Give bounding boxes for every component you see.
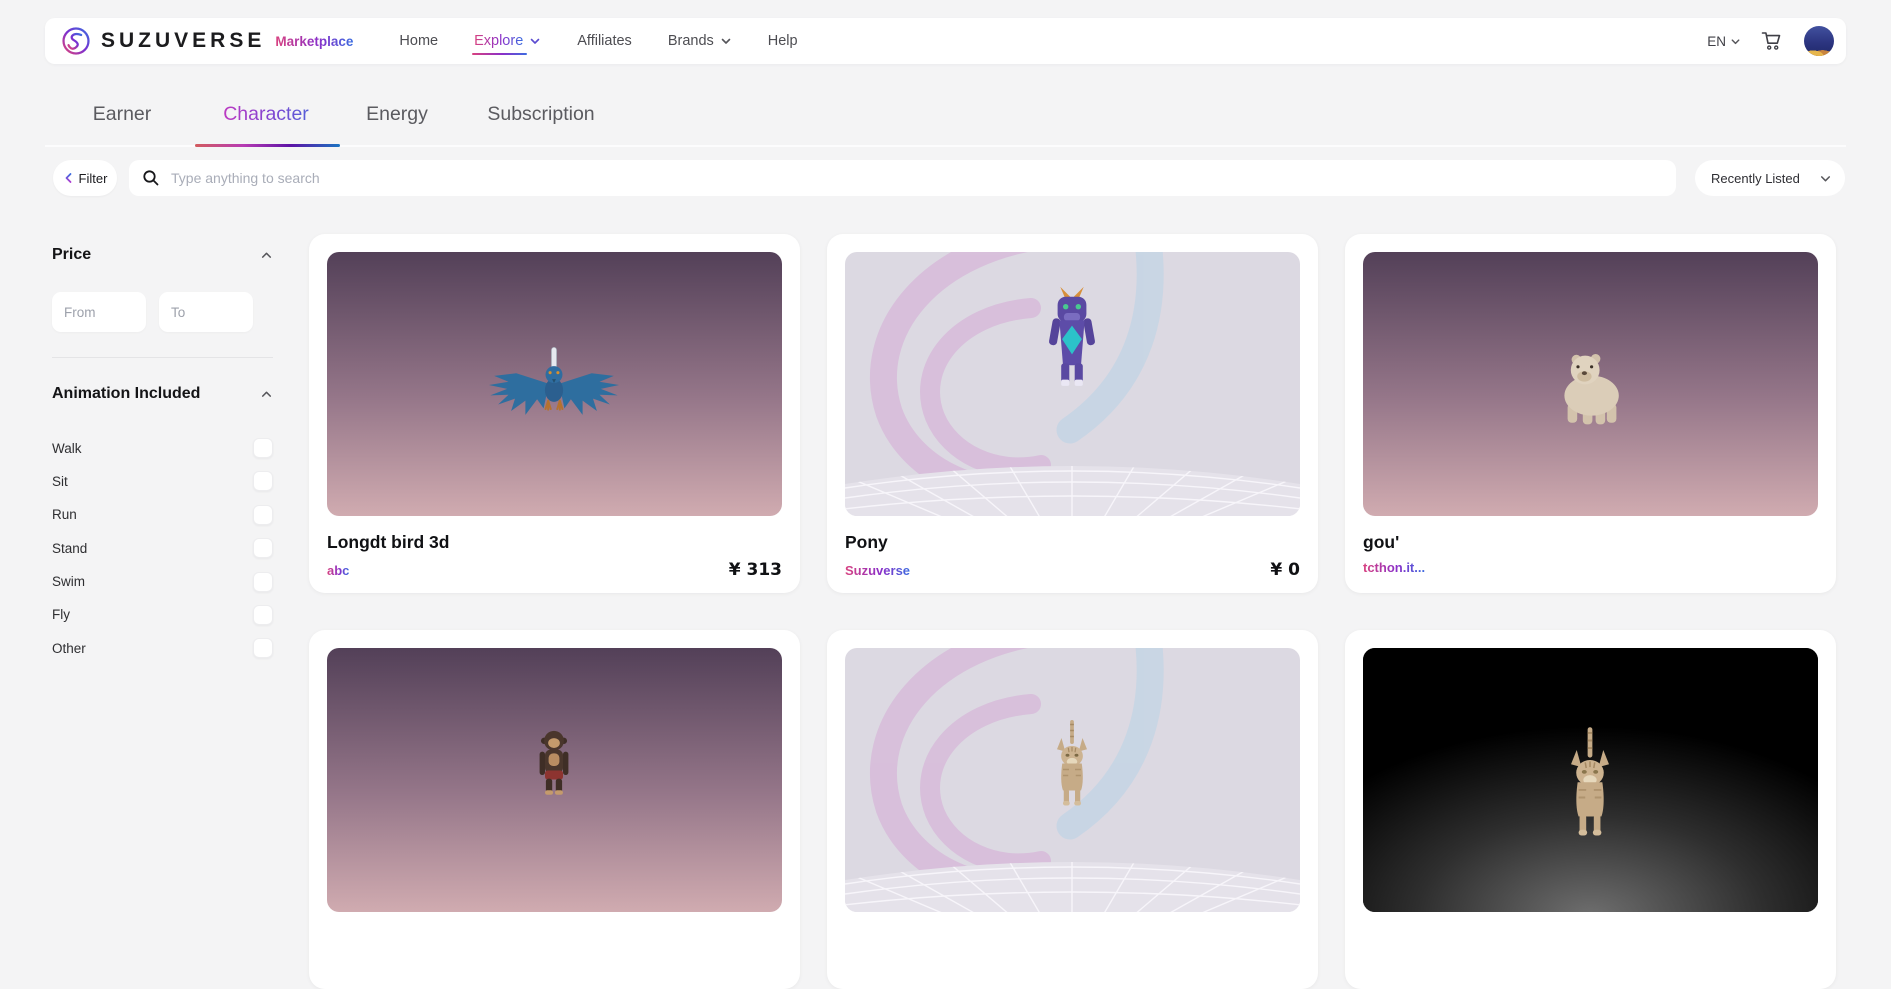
filters-sidebar: Price Animation Included Walk Sit Run St… — [52, 244, 273, 659]
tab-label: Energy — [366, 103, 428, 125]
tab-energy[interactable]: Energy — [366, 103, 428, 126]
brand-name: SUZUVERSE — [101, 29, 266, 52]
option-label: Walk — [52, 440, 82, 456]
suzuverse-logo-icon — [61, 26, 91, 56]
main-nav: Home Explore Affiliates Brands Help — [399, 33, 798, 55]
filter-label: Filter — [78, 170, 108, 186]
chevron-left-icon — [63, 172, 74, 184]
option-row-walk: Walk — [52, 438, 273, 458]
card-author[interactable]: Suzuverse — [845, 563, 910, 578]
chevron-down-icon — [1819, 172, 1832, 185]
checkbox-other[interactable] — [253, 638, 273, 659]
nav-link-help[interactable]: Help — [768, 33, 798, 49]
search-input[interactable] — [169, 169, 1676, 187]
price-from-input[interactable] — [52, 292, 146, 332]
checkbox-swim[interactable] — [253, 571, 273, 592]
active-tab-underline — [195, 144, 340, 147]
checkbox-run[interactable] — [253, 504, 273, 525]
sidebar-divider — [52, 357, 273, 358]
user-avatar[interactable] — [1804, 26, 1834, 56]
product-card-row2-1[interactable] — [309, 630, 800, 989]
checkbox-fly[interactable] — [253, 604, 273, 625]
card-title: gou' — [1363, 532, 1400, 552]
product-card-longdt-bird[interactable]: Longdt bird 3d abc ¥ 313 — [309, 234, 800, 593]
product-card-pony[interactable]: Pony Suzuverse ¥ 0 — [827, 234, 1318, 593]
checkbox-stand[interactable] — [253, 538, 273, 559]
tab-earner[interactable]: Earner — [93, 103, 152, 126]
price-section-header: Price — [52, 244, 273, 266]
price-section-title: Price — [52, 246, 92, 263]
brand-logo[interactable]: SUZUVERSE Marketplace — [61, 26, 353, 56]
nav-label: Affiliates — [577, 33, 632, 49]
card-meta: abc ¥ 313 — [327, 560, 782, 580]
character-preview-cat-light — [845, 648, 1300, 912]
product-card-row2-2[interactable] — [827, 630, 1318, 989]
checkbox-sit[interactable] — [253, 471, 273, 492]
nav-label: Brands — [667, 33, 714, 49]
card-meta: tcthon.it... — [1363, 560, 1818, 575]
chevron-down-icon — [720, 35, 732, 47]
nav-link-affiliates[interactable]: Affiliates — [577, 33, 632, 49]
character-preview-bird — [327, 252, 782, 516]
option-row-other: Other — [52, 638, 273, 659]
chevron-down-icon — [529, 35, 541, 47]
product-card-row2-3[interactable] — [1345, 630, 1836, 989]
card-author[interactable]: abc — [327, 563, 349, 578]
option-label: Run — [52, 507, 77, 523]
search-bar — [129, 160, 1676, 196]
chevron-down-icon — [1730, 36, 1741, 47]
nav-label: Explore — [472, 33, 528, 55]
chevron-up-icon[interactable] — [260, 388, 273, 401]
tab-label: Subscription — [487, 103, 595, 125]
option-row-sit: Sit — [52, 471, 273, 492]
tab-label: Character — [223, 103, 309, 125]
tab-character[interactable]: Character — [223, 103, 309, 126]
brand-suffix: Marketplace — [275, 33, 354, 49]
top-navbar: SUZUVERSE Marketplace Home Explore Affil… — [45, 18, 1846, 64]
language-selector[interactable]: EN — [1707, 34, 1741, 49]
character-preview-cat-dark — [1363, 648, 1818, 912]
nav-link-explore[interactable]: Explore — [472, 33, 541, 55]
navbar-right: EN — [1707, 26, 1834, 56]
search-icon — [142, 169, 160, 187]
language-label: EN — [1707, 33, 1726, 49]
option-label: Stand — [52, 540, 88, 556]
character-preview-bear — [1363, 252, 1818, 516]
animation-options: Walk Sit Run Stand Swim Fly Other — [52, 438, 273, 659]
product-card-gou[interactable]: gou' tcthon.it... — [1345, 234, 1836, 593]
tab-label: Earner — [92, 103, 152, 125]
nav-link-home[interactable]: Home — [399, 33, 438, 49]
option-row-swim: Swim — [52, 571, 273, 592]
card-title: Longdt bird 3d — [327, 532, 450, 552]
option-row-fly: Fly — [52, 604, 273, 625]
card-meta: Suzuverse ¥ 0 — [845, 560, 1300, 580]
filter-button[interactable]: Filter — [53, 160, 117, 196]
character-preview-monkey — [327, 648, 782, 912]
option-label: Other — [52, 640, 86, 656]
sort-dropdown[interactable]: Recently Listed — [1695, 160, 1845, 196]
card-author[interactable]: tcthon.it... — [1363, 560, 1425, 575]
nav-label: Home — [399, 33, 439, 49]
tab-subscription[interactable]: Subscription — [487, 103, 594, 126]
option-row-stand: Stand — [52, 538, 273, 559]
nav-link-brands[interactable]: Brands — [668, 33, 732, 49]
character-preview-pony — [845, 252, 1300, 516]
checkbox-walk[interactable] — [253, 438, 273, 458]
option-label: Fly — [52, 607, 70, 623]
animation-section-title: Animation Included — [52, 385, 201, 402]
card-title: Pony — [845, 532, 888, 552]
price-to-input[interactable] — [159, 292, 253, 332]
card-price: ¥ 313 — [728, 560, 782, 580]
chevron-up-icon[interactable] — [260, 249, 273, 262]
option-label: Swim — [52, 574, 85, 590]
nav-label: Help — [767, 33, 798, 49]
cart-button[interactable] — [1761, 30, 1784, 52]
option-row-run: Run — [52, 504, 273, 525]
cart-icon — [1761, 30, 1784, 52]
animation-section-header: Animation Included — [52, 383, 273, 405]
sort-label: Recently Listed — [1711, 170, 1800, 186]
card-price: ¥ 0 — [1270, 560, 1300, 580]
price-range-inputs — [52, 292, 273, 332]
option-label: Sit — [52, 473, 68, 489]
